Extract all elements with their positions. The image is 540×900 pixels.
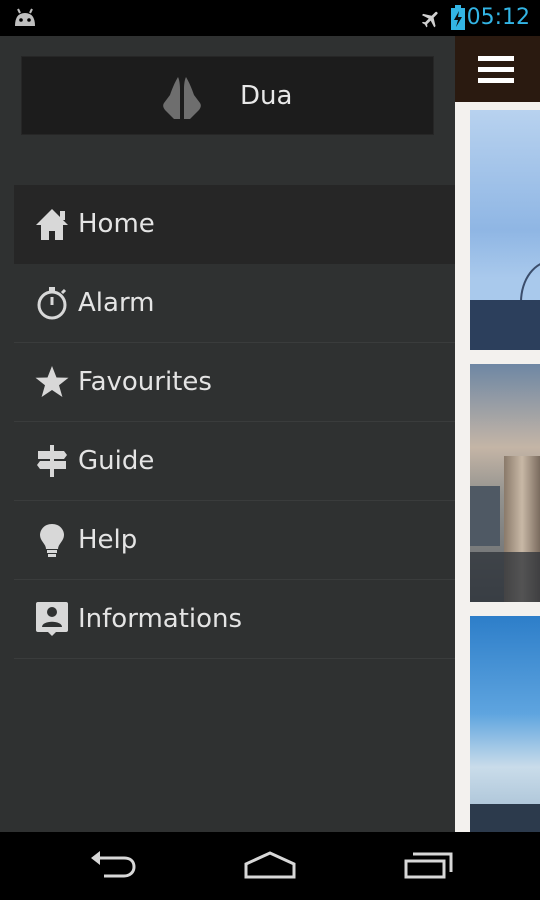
stopwatch-icon: [37, 287, 67, 320]
drawer-item-help[interactable]: Help: [14, 501, 455, 580]
drawer-item-label: Help: [78, 525, 138, 555]
content-card-image[interactable]: [470, 364, 540, 602]
system-nav-bar: [0, 832, 540, 900]
home-icon[interactable]: [243, 850, 297, 880]
battery-charging-icon: [451, 5, 465, 30]
drawer-item-informations[interactable]: Informations: [14, 580, 455, 659]
signpost-icon: [37, 445, 67, 477]
drawer-item-home[interactable]: Home: [14, 185, 455, 264]
drawer-item-label: Informations: [78, 604, 243, 634]
status-bar: 05:12: [0, 0, 540, 36]
back-icon[interactable]: [88, 850, 138, 880]
drawer-item-guide[interactable]: Guide: [14, 422, 455, 501]
drawer-item-label: Guide: [78, 446, 155, 476]
content-card-image[interactable]: [470, 110, 540, 350]
card-caption-band: [470, 300, 540, 350]
status-time: 05:12: [466, 5, 530, 30]
navigation-drawer: Dua Home Alarm Favourites Guide Help Inf…: [0, 36, 455, 832]
lightbulb-icon: [40, 524, 64, 557]
recent-apps-icon[interactable]: [403, 850, 455, 880]
content-card-image[interactable]: [470, 616, 540, 832]
app-title: Dua: [240, 81, 293, 111]
drawer-item-label: Home: [78, 209, 155, 239]
contact-info-icon: [36, 602, 68, 636]
android-icon: [15, 8, 35, 26]
drawer-item-alarm[interactable]: Alarm: [14, 264, 455, 343]
star-icon: [35, 366, 69, 397]
airplane-mode-icon: [421, 11, 438, 28]
action-bar: [455, 36, 540, 102]
card-caption-band: [470, 804, 540, 832]
home-icon: [36, 209, 68, 240]
drawer-header[interactable]: Dua: [21, 56, 434, 135]
praying-hands-icon: [163, 77, 201, 119]
card-image-detail: [470, 486, 500, 546]
drawer-item-label: Favourites: [78, 367, 212, 397]
card-caption-band: [470, 552, 540, 602]
drawer-menu: Home Alarm Favourites Guide Help Informa…: [14, 185, 455, 659]
drawer-item-label: Alarm: [78, 288, 155, 318]
drawer-item-favourites[interactable]: Favourites: [14, 343, 455, 422]
hamburger-menu-icon[interactable]: [478, 56, 514, 84]
